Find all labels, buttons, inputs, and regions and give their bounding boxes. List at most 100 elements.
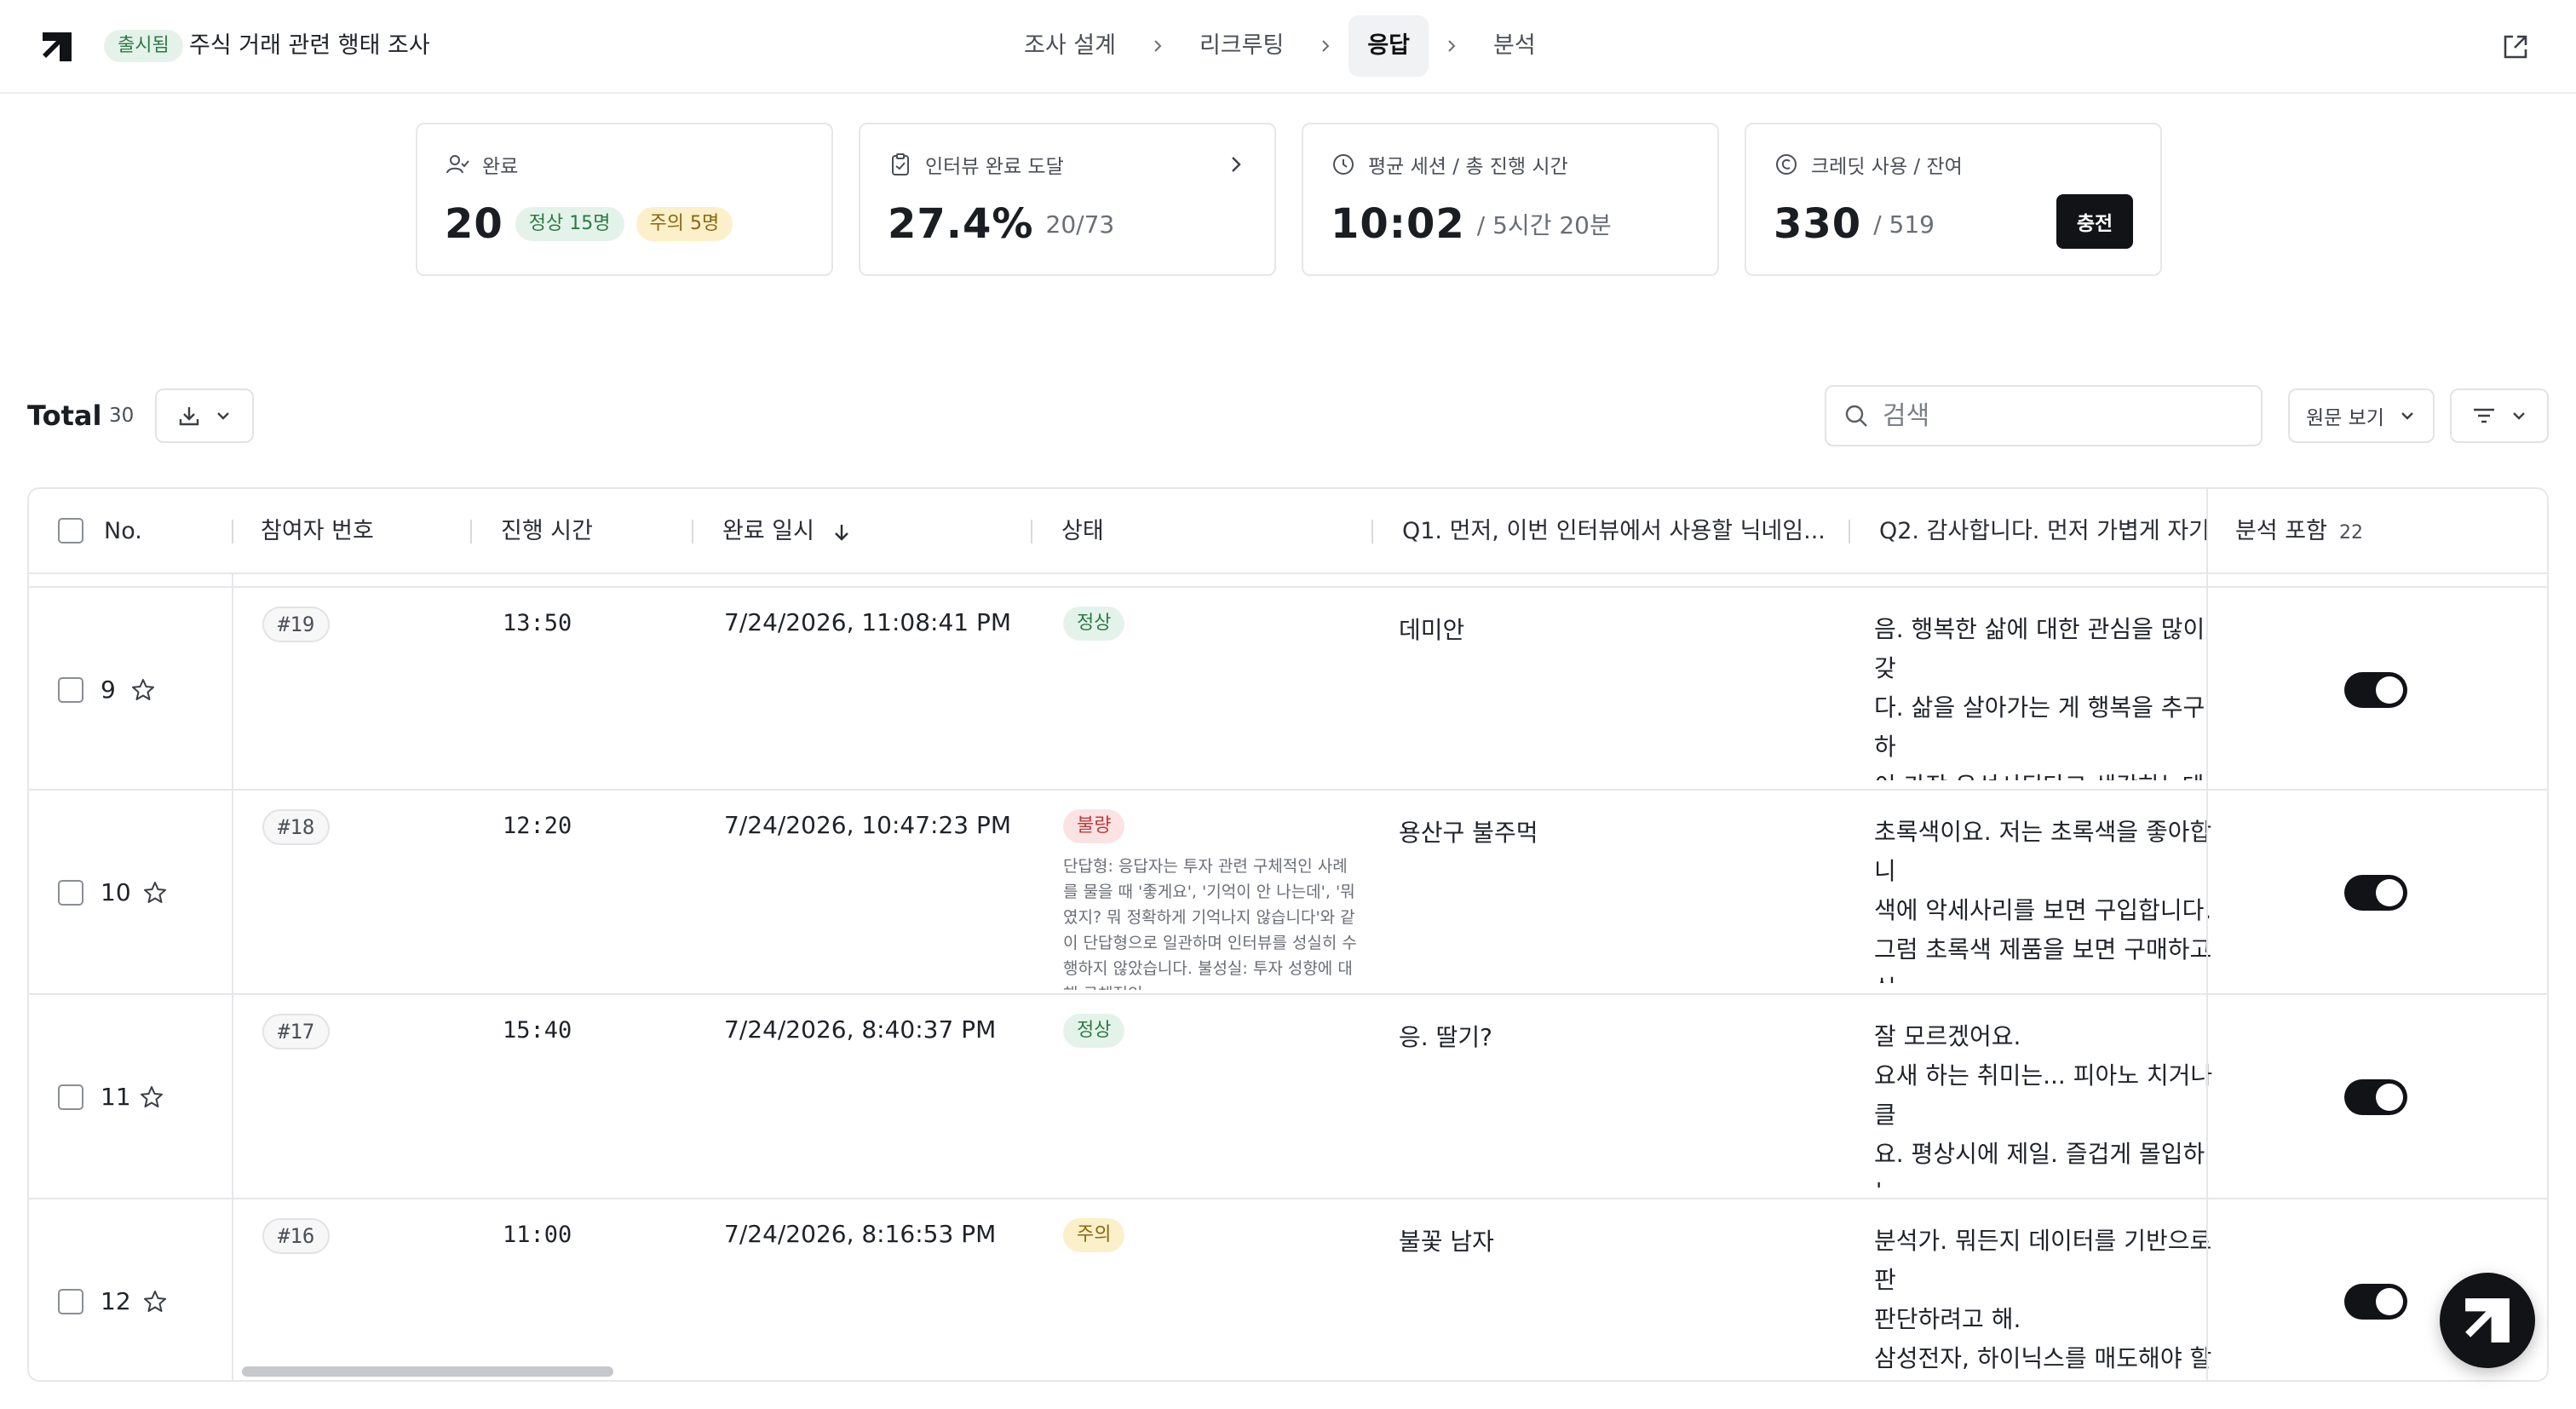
avg-session-value: 10:02 xyxy=(1331,200,1465,248)
column-divider xyxy=(2206,489,2208,1380)
col-header-include-label: 분석 포함 xyxy=(2235,518,2327,544)
row-checkbox[interactable] xyxy=(58,1084,83,1110)
q2-answer-cell: 음. 행복한 삶에 대한 관심을 많이 갖 다. 삶을 살아가는 게 행복을 추… xyxy=(1874,615,2211,780)
chevron-down-icon xyxy=(2401,412,2413,420)
q1-answer-cell: 불꽃 남자 xyxy=(1399,1228,1494,1256)
horizontal-scrollbar[interactable] xyxy=(242,1366,613,1377)
column-divider[interactable] xyxy=(470,520,472,543)
filter-lines-icon xyxy=(2474,408,2494,423)
star-icon[interactable] xyxy=(141,1288,169,1315)
status-badge: 불량 xyxy=(1063,809,1125,843)
chevron-down-icon xyxy=(217,412,229,420)
q2-answer-cell: 초록색이요. 저는 초록색을 좋아합니 색에 악세사리를 보면 구입합니다. 그… xyxy=(1874,818,2212,983)
q2-answer-cell: 잘 모르겠어요. 요새 하는 취미는... 피아노 치거나 클 요. 평상시에 … xyxy=(1874,1022,2213,1188)
column-divider[interactable] xyxy=(1849,520,1850,543)
col-header-q2[interactable]: Q2. 감사합니다. 먼저 가볍게 자기소 xyxy=(1879,489,2206,574)
participant-id-badge: #19 xyxy=(262,607,331,642)
search-box xyxy=(1825,385,2263,446)
download-button[interactable] xyxy=(155,388,254,443)
total-label: Total xyxy=(27,400,102,432)
stat-card-completed: 완료 20 정상 15명 주의 5명 xyxy=(416,123,833,276)
filter-button[interactable] xyxy=(2450,388,2549,443)
row-checkbox[interactable] xyxy=(58,1289,83,1314)
chevron-right-icon xyxy=(1135,15,1181,77)
col-header-duration[interactable]: 진행 시간 xyxy=(501,489,593,574)
assistant-fab-button[interactable] xyxy=(2440,1273,2535,1368)
search-input[interactable] xyxy=(1883,400,2240,431)
step-design[interactable]: 조사 설계 xyxy=(1005,15,1135,77)
chevron-right-icon xyxy=(1429,15,1475,77)
row-checkbox[interactable] xyxy=(58,677,83,703)
credit-used-value: 330 xyxy=(1774,200,1862,248)
column-divider[interactable] xyxy=(1371,520,1373,543)
column-divider[interactable] xyxy=(1031,520,1032,543)
star-icon[interactable] xyxy=(129,676,157,704)
include-analysis-toggle[interactable] xyxy=(2344,672,2407,708)
duration-cell: 11:00 xyxy=(503,1222,572,1248)
chevron-right-icon xyxy=(1302,15,1348,77)
external-link-icon[interactable] xyxy=(2501,32,2530,61)
include-analysis-toggle[interactable] xyxy=(2344,1079,2407,1115)
participant-id-badge: #18 xyxy=(262,809,331,845)
completed-at-cell: 7/24/2026, 10:47:23 PM xyxy=(724,811,1012,839)
launch-status-badge: 출시됨 xyxy=(104,30,183,62)
table-header: No. 참여자 번호 진행 시간 완료 일시 상태 Q1. 먼저, 이번 인터뷰… xyxy=(29,489,2547,574)
row-number: 12 xyxy=(101,1287,131,1315)
sort-arrow-down-icon xyxy=(834,524,848,541)
q2-answer-cell: 분석가. 뭐든지 데이터를 기반으로 판 판단하려고 해. 삼성전자, 하이닉스… xyxy=(1874,1227,2212,1372)
responses-table: No. 참여자 번호 진행 시간 완료 일시 상태 Q1. 먼저, 이번 인터뷰… xyxy=(27,487,2549,1382)
table-row[interactable]: 11 #17 15:40 7/24/2026, 8:40:37 PM 정상 응.… xyxy=(29,995,2547,1199)
charge-button[interactable]: 충전 xyxy=(2056,194,2133,249)
table-row[interactable]: 12 #16 11:00 7/24/2026, 8:16:53 PM 주의 불꽃… xyxy=(29,1199,2547,1380)
include-analysis-toggle[interactable] xyxy=(2344,1284,2407,1320)
select-all-checkbox[interactable] xyxy=(58,518,83,543)
duration-cell: 13:50 xyxy=(503,610,572,636)
app-logo-icon[interactable] xyxy=(39,29,75,65)
step-analysis[interactable]: 분석 xyxy=(1475,15,1555,77)
total-time-sub: / 5시간 20분 xyxy=(1476,211,1612,239)
chevron-right-icon[interactable] xyxy=(1223,152,1249,177)
row-number: 11 xyxy=(101,1083,131,1111)
row-checkbox[interactable] xyxy=(58,880,83,906)
star-icon[interactable] xyxy=(141,879,169,906)
stat-card-credit: 크레딧 사용 / 잔여 330 / 519 충전 xyxy=(1745,123,2162,276)
stat-label: 평균 세션 / 총 진행 시간 xyxy=(1368,156,1568,178)
col-header-completed-at-label: 완료 일시 xyxy=(722,518,814,544)
star-icon[interactable] xyxy=(138,1084,165,1111)
normal-count-badge: 정상 15명 xyxy=(515,207,624,241)
include-count: 22 xyxy=(2338,522,2363,543)
download-icon xyxy=(179,407,199,426)
include-analysis-toggle[interactable] xyxy=(2344,875,2407,911)
column-divider[interactable] xyxy=(232,520,233,543)
col-header-q1[interactable]: Q1. 먼저, 이번 인터뷰에서 사용할 닉네임... xyxy=(1402,489,1843,574)
completed-at-cell: 7/24/2026, 11:08:41 PM xyxy=(724,608,1012,636)
search-icon xyxy=(1845,405,1867,427)
participant-id-badge: #17 xyxy=(262,1014,331,1050)
survey-title: 주식 거래 관련 행태 조사 xyxy=(189,32,430,59)
col-header-status[interactable]: 상태 xyxy=(1061,489,1104,574)
workflow-steps: 조사 설계 리크루팅 응답 분석 xyxy=(1005,15,1555,77)
col-header-completed-at[interactable]: 완료 일시 xyxy=(722,489,853,574)
table-row[interactable]: 9 #19 13:50 7/24/2026, 11:08:41 PM 정상 데미… xyxy=(29,586,2547,791)
duration-cell: 15:40 xyxy=(503,1017,572,1044)
participant-id-badge: #16 xyxy=(262,1218,331,1254)
copyright-icon xyxy=(1776,154,1797,175)
credit-remaining-sub: / 519 xyxy=(1873,210,1935,239)
interview-rate-value: 27.4% xyxy=(888,200,1034,248)
row-number: 9 xyxy=(101,676,116,704)
col-header-participant[interactable]: 참여자 번호 xyxy=(261,489,374,574)
stat-card-session-time: 평균 세션 / 총 진행 시간 10:02 / 5시간 20분 xyxy=(1302,123,1719,276)
col-header-include: 분석 포함 22 xyxy=(2235,489,2363,574)
status-badge: 정상 xyxy=(1063,607,1125,641)
table-row[interactable]: 10 #18 12:20 7/24/2026, 10:47:23 PM 불량 단… xyxy=(29,791,2547,995)
q1-answer-cell: 용산구 불주먹 xyxy=(1399,819,1538,847)
view-original-select[interactable]: 원문 보기 xyxy=(2288,388,2435,443)
column-divider[interactable] xyxy=(692,520,693,543)
step-responses[interactable]: 응답 xyxy=(1348,15,1429,77)
top-header: 출시됨 주식 거래 관련 행태 조사 조사 설계 리크루팅 응답 분석 xyxy=(0,0,2576,94)
completed-at-cell: 7/24/2026, 8:40:37 PM xyxy=(724,1015,997,1044)
step-recruiting[interactable]: 리크루팅 xyxy=(1181,15,1302,77)
app-logo-icon xyxy=(2465,1298,2510,1343)
stat-card-interview-rate[interactable]: 인터뷰 완료 도달 27.4% 20/73 xyxy=(859,123,1276,276)
stat-label: 완료 xyxy=(482,156,519,178)
